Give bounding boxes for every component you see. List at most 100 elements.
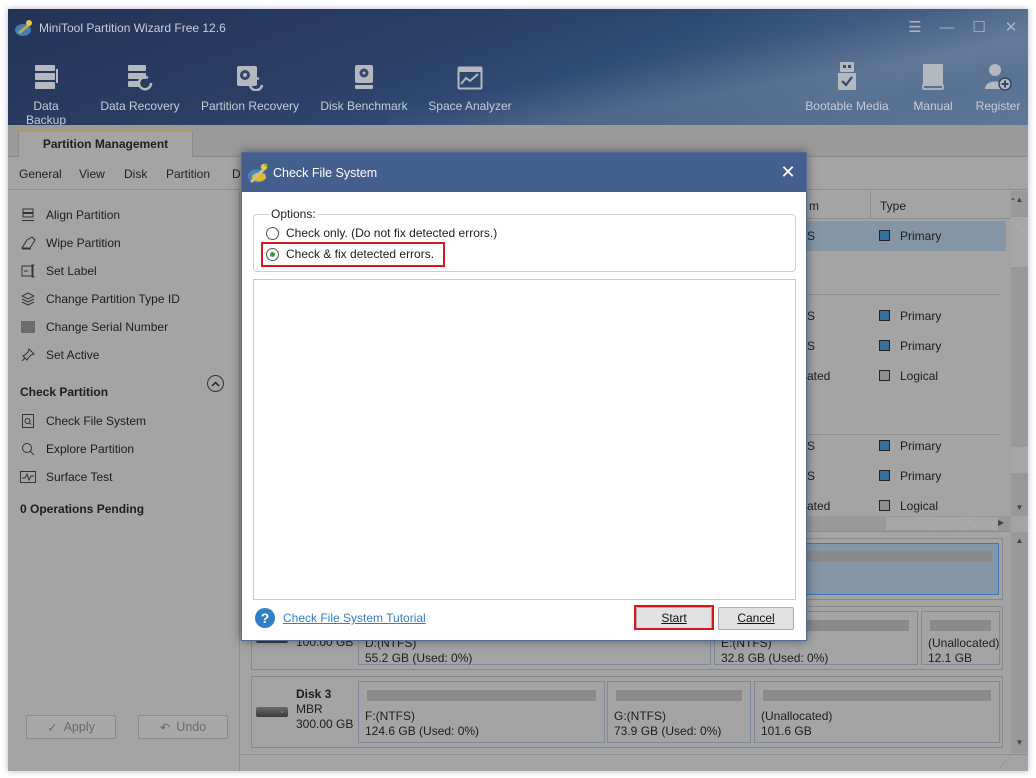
- dialog-title-bar[interactable]: Check File System ✕: [242, 153, 806, 192]
- partition-block-unallocated[interactable]: (Unallocated) 101.6 GB: [754, 681, 1000, 743]
- sidebar-item-check-file-system[interactable]: Check File System: [20, 411, 146, 431]
- dialog-title: Check File System: [273, 166, 378, 180]
- scroll-up-arrow-icon[interactable]: ▲: [1011, 195, 1028, 204]
- eraser-icon: [20, 235, 36, 251]
- cell-fs: S: [807, 339, 816, 353]
- add-user-icon: [985, 64, 1012, 91]
- disk-name: Disk 3: [296, 687, 332, 701]
- minimize-button[interactable]: —: [938, 17, 956, 37]
- menu-disk[interactable]: Disk: [124, 167, 147, 181]
- partition-block[interactable]: F:(NTFS) 124.6 GB (Used: 0%): [358, 681, 605, 743]
- highlight-box-option: [261, 242, 445, 267]
- menu-partition[interactable]: Partition: [166, 167, 210, 181]
- menu-view[interactable]: View: [79, 167, 105, 181]
- sidebar-item-label: Change Serial Number: [46, 320, 169, 334]
- sidebar-item-explore-partition[interactable]: Explore Partition: [20, 439, 134, 459]
- sidebar-item-set-active[interactable]: Set Active: [20, 345, 99, 365]
- toolbar-partition-recovery[interactable]: Partition Recovery: [198, 59, 302, 113]
- usage-bar: [930, 620, 991, 631]
- sidebar-item-surface-test[interactable]: Surface Test: [20, 467, 112, 487]
- resize-grip-icon[interactable]: ⋰: [999, 760, 1007, 769]
- dialog-close-icon[interactable]: ✕: [778, 162, 798, 182]
- disk-size: 300.00 GB: [296, 717, 354, 731]
- diskmap-vertical-scrollbar[interactable]: ▲ ▼: [1011, 532, 1028, 753]
- collapse-chevron-up-icon[interactable]: [207, 375, 224, 392]
- scroll-right-arrow-icon[interactable]: ▶: [998, 518, 1004, 527]
- data-recovery-icon: [128, 65, 153, 91]
- check-fs-icon: [20, 413, 36, 429]
- tutorial-link[interactable]: Check File System Tutorial: [283, 611, 426, 625]
- help-icon[interactable]: ?: [255, 608, 275, 628]
- toolbar-manual[interactable]: Manual: [908, 59, 958, 113]
- radio-button[interactable]: [266, 226, 279, 240]
- undo-button[interactable]: ↶ Undo: [138, 715, 228, 739]
- disk-row[interactable]: Disk 3 MBR 300.00 GB F:(NTFS) 124.6 GB (U…: [251, 676, 1003, 748]
- disk-info: Disk 3 MBR 300.00 GB: [252, 677, 358, 747]
- col-header-type[interactable]: Type: [880, 199, 906, 213]
- toolbar-label: Partition Recovery: [200, 99, 300, 113]
- sidebar-item-set-label[interactable]: Set Label: [20, 261, 97, 281]
- toolbar-label: Bootable Media: [805, 99, 889, 113]
- menu-dynamic[interactable]: D: [232, 167, 241, 181]
- cell-type: Logical: [900, 499, 939, 513]
- sidebar-item-label: Set Label: [46, 264, 97, 278]
- menu-icon[interactable]: ☰: [906, 17, 924, 37]
- partition-label: (Unallocated): [928, 636, 1000, 650]
- sidebar-item-align-partition[interactable]: Align Partition: [20, 205, 120, 225]
- primary-type-swatch: [879, 310, 890, 321]
- sidebar-item-label: Explore Partition: [46, 442, 135, 456]
- h-scroll-thumb[interactable]: [886, 517, 998, 530]
- tab-partition-management[interactable]: Partition Management: [18, 130, 193, 158]
- usage-bar: [367, 690, 596, 701]
- check-icon: ✓: [47, 720, 58, 735]
- cell-type: Primary: [900, 439, 942, 453]
- sidebar-item-change-serial-number[interactable]: Change Serial Number: [20, 317, 168, 337]
- close-button[interactable]: ✕: [1002, 17, 1020, 37]
- magnifier-icon: [20, 441, 36, 457]
- cell-fs: S: [807, 229, 816, 243]
- sidebar: Align Partition Wipe Partition Set Label…: [8, 191, 240, 771]
- window-controls: ☰ — ☐ ✕: [906, 17, 1020, 37]
- menu-general[interactable]: General: [19, 167, 62, 181]
- table-vertical-scrollbar[interactable]: ▲ - ▼: [1011, 191, 1028, 516]
- sidebar-item-change-partition-type-id[interactable]: Change Partition Type ID: [20, 289, 180, 309]
- maximize-button[interactable]: ☐: [970, 17, 988, 37]
- scroll-up-arrow-icon[interactable]: ▲: [1011, 536, 1028, 545]
- scroll-thumb[interactable]: [1011, 217, 1028, 267]
- toolbar-data-recovery[interactable]: Data Recovery: [100, 59, 180, 113]
- toolbar-space-analyzer[interactable]: Space Analyzer: [428, 59, 512, 113]
- cell-fs: S: [807, 469, 816, 483]
- toolbar-label: Space Analyzer: [428, 99, 512, 113]
- highlight-box-start: [634, 605, 714, 630]
- cancel-button[interactable]: Cancel: [718, 607, 794, 630]
- book-icon: [922, 64, 944, 90]
- partition-detail: 32.8 GB (Used: 0%): [721, 651, 829, 665]
- app-title: MiniTool Partition Wizard Free 12.6: [39, 21, 226, 35]
- partition-block-unallocated[interactable]: (Unallocated) 12.1 GB: [921, 611, 1000, 665]
- scroll-down-arrow-icon[interactable]: ▼: [1011, 503, 1028, 512]
- sidebar-item-wipe-partition[interactable]: Wipe Partition: [20, 233, 121, 253]
- cell-type: Logical: [900, 369, 939, 383]
- scroll-down-arrow-icon[interactable]: ▼: [1011, 738, 1028, 747]
- disk-benchmark-icon: [355, 65, 373, 89]
- toolbar-disk-benchmark[interactable]: Disk Benchmark: [318, 59, 410, 113]
- toolbar-register[interactable]: Register: [972, 59, 1024, 113]
- app-window: MiniTool Partition Wizard Free 12.6 ☰ — …: [8, 9, 1028, 771]
- apply-button[interactable]: ✓ Apply: [26, 715, 116, 739]
- col-header-file-system[interactable]: m: [809, 199, 819, 213]
- header: MiniTool Partition Wizard Free 12.6 ☰ — …: [8, 9, 1028, 127]
- toolbar-data-backup[interactable]: Data Backup: [12, 59, 80, 127]
- logical-type-swatch: [879, 500, 890, 511]
- undo-arrow-icon: ↶: [159, 720, 171, 735]
- toolbar-label: Manual: [913, 99, 953, 113]
- undo-label: Undo: [176, 720, 207, 734]
- radio-check-only[interactable]: Check only. (Do not fix detected errors.…: [266, 226, 497, 240]
- pin-icon: [20, 347, 36, 363]
- partition-detail: 55.2 GB (Used: 0%): [365, 651, 473, 665]
- cancel-label: Cancel: [737, 611, 775, 625]
- sidebar-item-label: Check File System: [46, 414, 147, 428]
- cell-type: Primary: [900, 339, 942, 353]
- partition-block[interactable]: G:(NTFS) 73.9 GB (Used: 0%): [607, 681, 751, 743]
- apply-label: Apply: [63, 720, 95, 734]
- toolbar-bootable-media[interactable]: Bootable Media: [804, 59, 890, 113]
